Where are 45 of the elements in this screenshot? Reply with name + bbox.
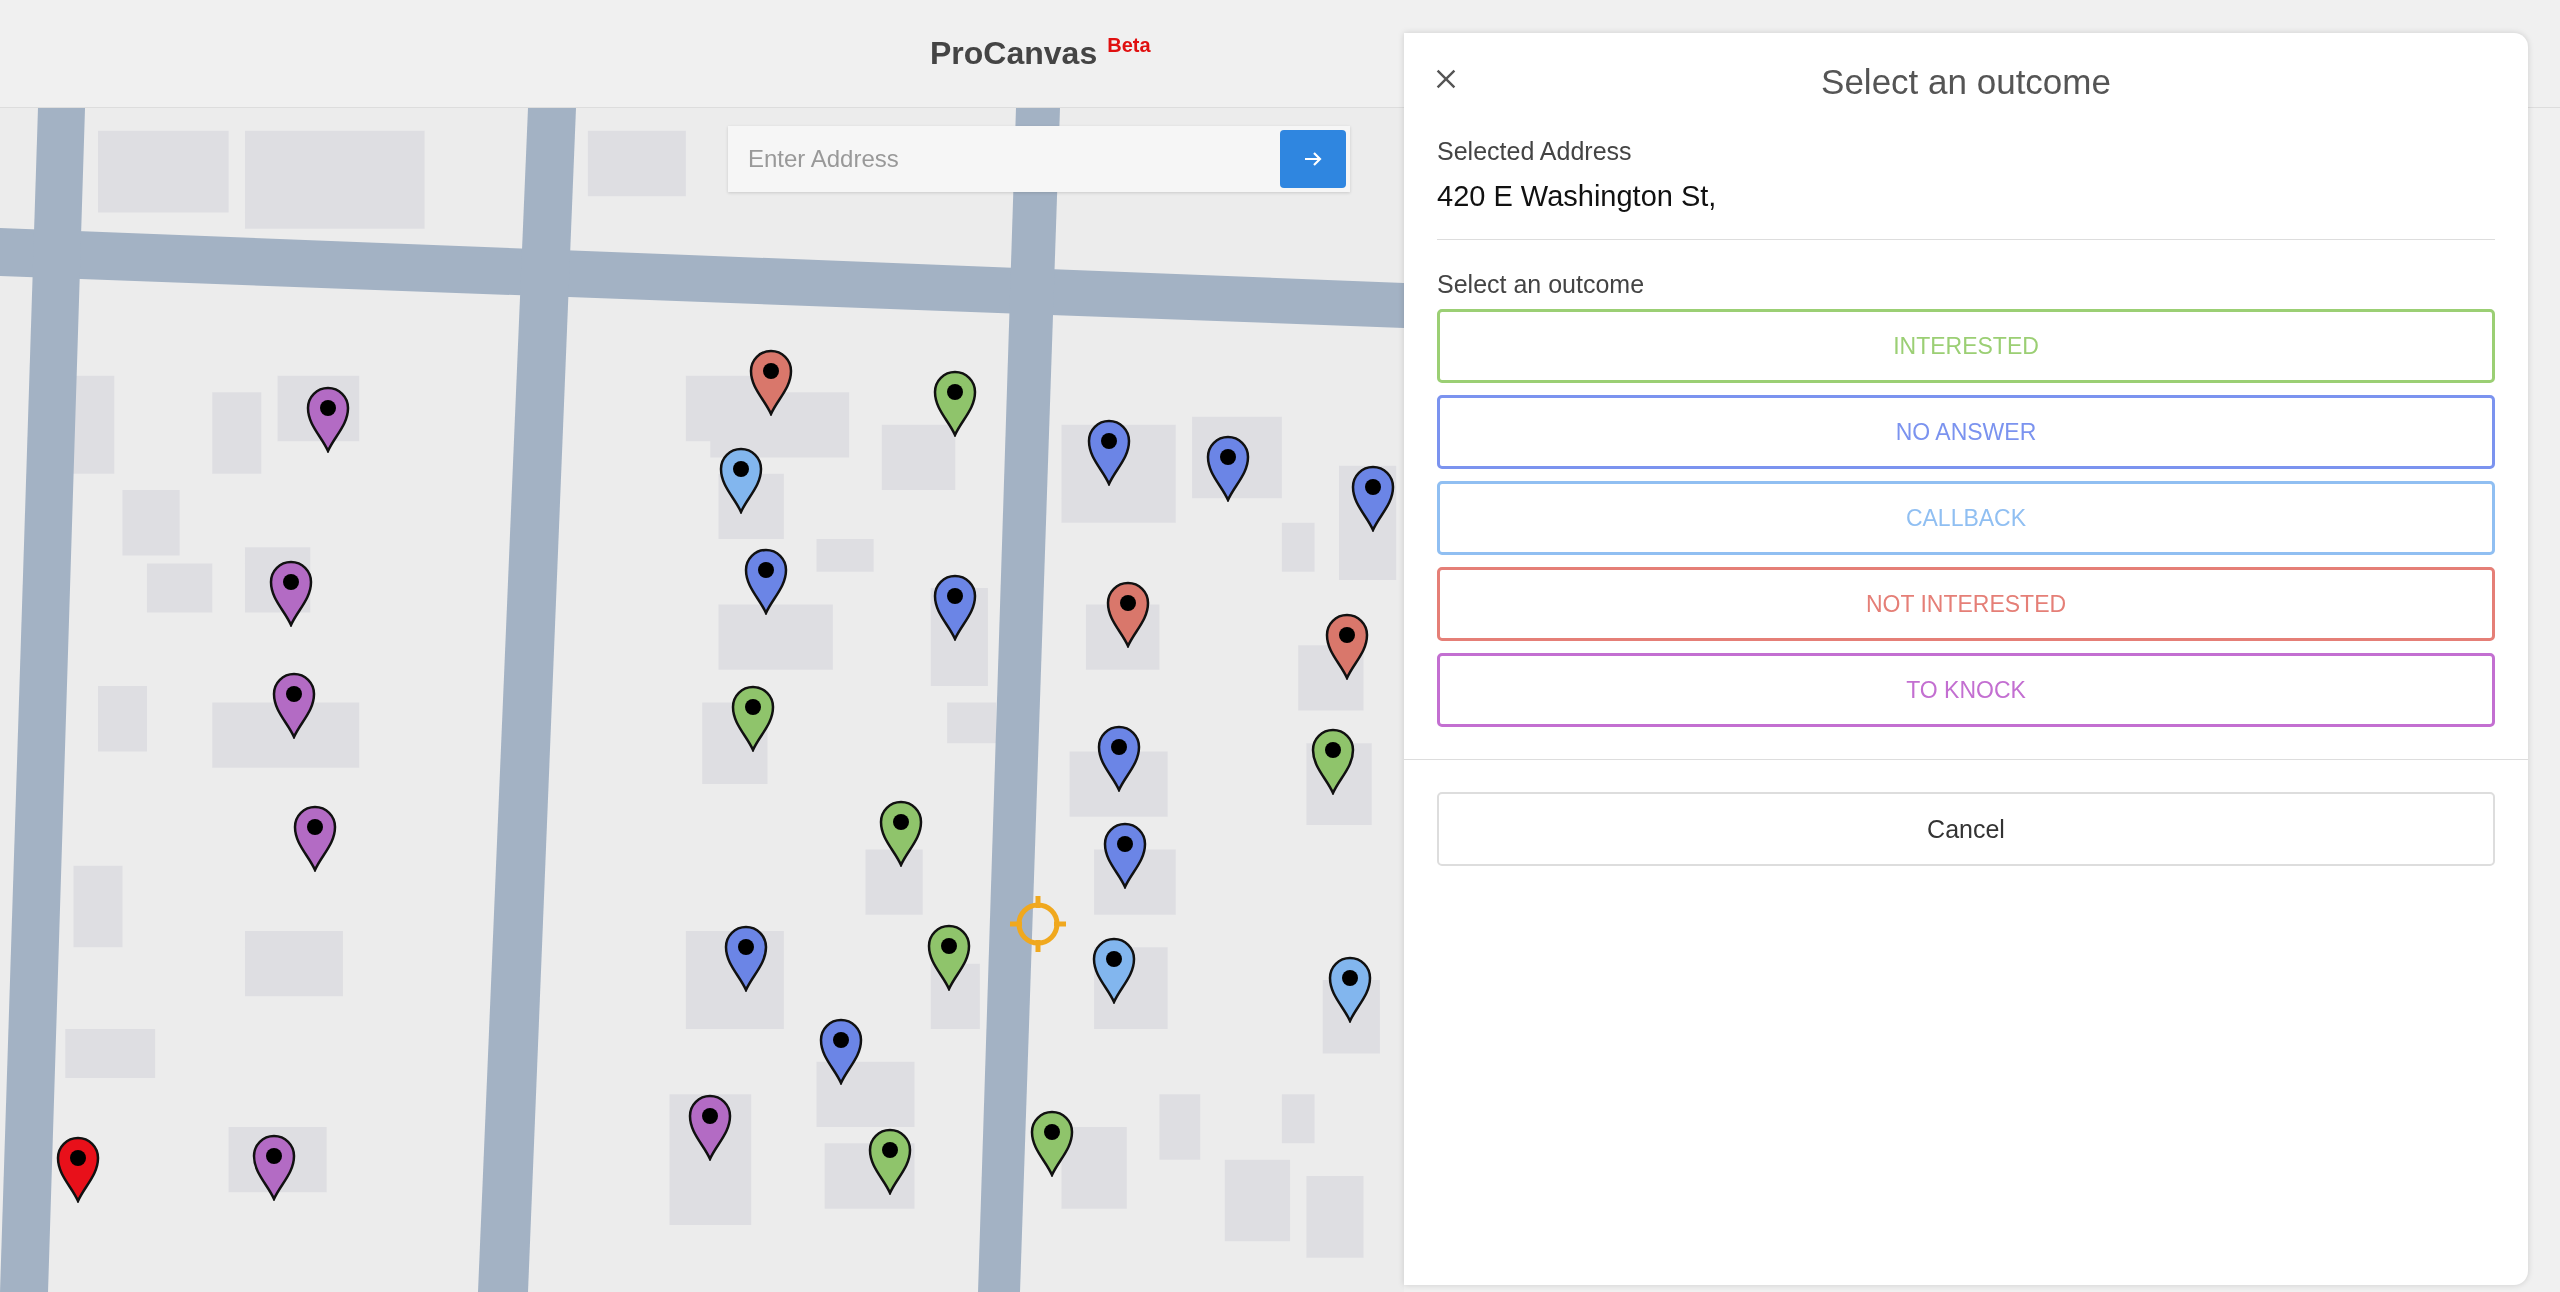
map-pin-icon[interactable] (1102, 821, 1149, 890)
outcome-label: Select an outcome (1437, 270, 1646, 299)
map-pin-icon[interactable] (1085, 418, 1132, 487)
map-pin-icon[interactable] (742, 547, 789, 616)
map-pin-icon[interactable] (251, 1133, 298, 1202)
outcome-button[interactable]: NO ANSWER (1437, 395, 2495, 469)
map-pin-icon[interactable] (729, 684, 776, 753)
map-pin-icon[interactable] (1327, 955, 1374, 1024)
outcome-button[interactable]: NOT INTERESTED (1437, 567, 2495, 641)
map-pin-icon[interactable] (1105, 579, 1152, 648)
map-pin-icon[interactable] (1090, 935, 1137, 1004)
panel-title: Select an outcome (1821, 62, 2111, 102)
map-pin-icon[interactable] (305, 385, 352, 454)
map-pin-icon[interactable] (867, 1126, 913, 1195)
app-title: ProCanvas (930, 35, 1098, 72)
cancel-button[interactable]: Cancel (1437, 792, 2495, 866)
map-pin-icon[interactable] (878, 798, 925, 867)
map-pin-icon[interactable] (267, 558, 314, 627)
close-button[interactable] (1434, 67, 1458, 91)
crosshair-icon (1008, 894, 1068, 954)
map-pin-icon[interactable] (818, 1017, 864, 1086)
map-pin-icon[interactable] (687, 1092, 734, 1161)
map-pin-icon[interactable] (55, 1135, 102, 1203)
map-pin-icon[interactable] (1324, 612, 1371, 681)
map-pin-icon[interactable] (925, 922, 972, 991)
map-pin-icon[interactable] (1095, 723, 1142, 792)
map-pin-icon[interactable] (1028, 1108, 1075, 1177)
map-pin-icon[interactable] (932, 369, 979, 438)
map-pin-icon[interactable] (1205, 434, 1251, 503)
outcome-button[interactable]: CALLBACK (1437, 481, 2495, 555)
map-pin-icon[interactable] (932, 573, 979, 642)
outcome-button[interactable]: INTERESTED (1437, 309, 2495, 383)
map-pin-icon[interactable] (1350, 463, 1397, 532)
map-pin-icon[interactable] (747, 347, 794, 416)
outcome-button[interactable]: TO KNOCK (1437, 653, 2495, 727)
address-search-field[interactable]: Enter Address (728, 126, 1350, 192)
beta-label: Beta (1107, 34, 1151, 57)
map-pin-icon[interactable] (270, 671, 317, 740)
map-pin-icon[interactable] (1309, 726, 1356, 795)
map-pin-icon[interactable] (292, 803, 339, 872)
map-pin-icon[interactable] (723, 924, 770, 993)
close-icon (1434, 67, 1458, 91)
map-pin-icon[interactable] (718, 445, 765, 514)
address-label: Selected Address (1437, 137, 1633, 166)
selected-address: 420 E Washington St, (1437, 180, 1718, 213)
